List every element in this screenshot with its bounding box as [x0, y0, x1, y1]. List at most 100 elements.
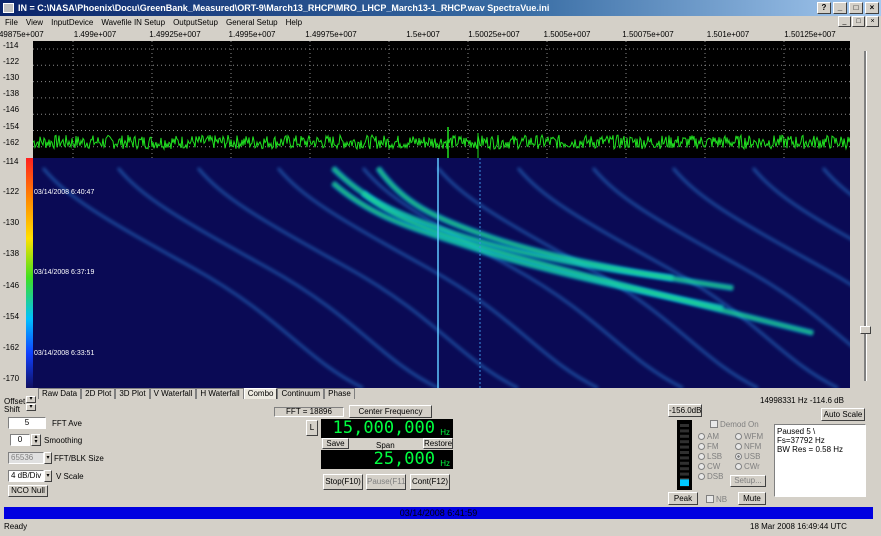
- maximize-button[interactable]: □: [849, 2, 863, 14]
- frequency-axis: 1.49875e+007 1.499e+007 1.49925e+007 1.4…: [0, 29, 860, 41]
- signal-meter: [677, 420, 692, 490]
- level-slider[interactable]: [851, 41, 881, 388]
- freq-tick: 1.49925e+007: [149, 30, 201, 39]
- spectrum-plot[interactable]: [33, 41, 850, 158]
- waterfall-timestamp: 03/14/2008 6:40:47: [34, 189, 95, 196]
- radio-dot-selected: [735, 453, 742, 460]
- setup-button[interactable]: Setup...: [730, 475, 766, 487]
- freq-tick: 1.5005e+007: [543, 30, 591, 39]
- mode-cw-radio[interactable]: CW: [698, 462, 720, 471]
- menu-file[interactable]: File: [5, 16, 18, 29]
- mode-cw-label: CW: [707, 462, 721, 471]
- smoothing-label: Smoothing: [44, 436, 83, 445]
- tab-v-waterfall[interactable]: V Waterfall: [149, 388, 197, 399]
- tab-3d-plot[interactable]: 3D Plot: [115, 388, 150, 399]
- app-icon: [3, 3, 14, 13]
- fft-blk-dropdown-icon[interactable]: ▾: [44, 452, 52, 464]
- shift-spin[interactable]: ▾: [26, 404, 36, 411]
- menu-outputsetup[interactable]: OutputSetup: [173, 16, 218, 29]
- peak-button[interactable]: Peak: [668, 492, 698, 505]
- menu-wavefile-setup[interactable]: Wavefile IN Setup: [101, 16, 165, 29]
- mdi-close-button[interactable]: ×: [866, 16, 879, 27]
- slider-knob[interactable]: [860, 326, 871, 334]
- meter-segment: [680, 434, 689, 438]
- demod-on-checkbox[interactable]: Demod On: [710, 420, 759, 429]
- fft-blk-label: FFT/BLK Size: [54, 454, 104, 463]
- mdi-restore-button[interactable]: □: [852, 16, 865, 27]
- vscale-label: V Scale: [56, 472, 84, 481]
- status-right: 18 Mar 2008 16:49:44 UTC: [750, 522, 847, 531]
- mute-button[interactable]: Mute: [738, 492, 766, 505]
- vscale-dropdown-icon[interactable]: ▾: [44, 470, 52, 482]
- minimize-button[interactable]: _: [833, 2, 847, 14]
- nco-null-button[interactable]: NCO Null: [8, 485, 48, 497]
- continue-button[interactable]: Cont(F12): [410, 474, 450, 490]
- stop-button[interactable]: Stop(F10): [323, 474, 363, 490]
- smoothing-spin[interactable]: ▴ ▾: [31, 434, 41, 446]
- center-frequency-display[interactable]: 15,000,000 Hz: [321, 419, 453, 438]
- menu-view[interactable]: View: [26, 16, 43, 29]
- shift-label: Shift: [4, 405, 21, 414]
- waterfall-y-tick: -146: [3, 281, 20, 290]
- freq-tick: 1.50125e+007: [784, 30, 836, 39]
- auto-scale-button[interactable]: Auto Scale: [821, 408, 865, 421]
- spectrum-y-tick: -162: [3, 138, 20, 147]
- tab-continuum[interactable]: Continuum: [277, 388, 325, 399]
- freq-tick: 1.501e+007: [706, 30, 750, 39]
- waterfall-y-tick: -162: [3, 343, 20, 352]
- freq-tick: 1.4995e+007: [228, 30, 276, 39]
- span-unit: Hz: [440, 459, 450, 468]
- restore-button[interactable]: Restore: [423, 438, 453, 449]
- window-title: IN = C:\NASA\Phoenix\Docu\GreenBank_Meas…: [18, 3, 550, 13]
- menu-help[interactable]: Help: [286, 16, 302, 29]
- mode-lsb-radio[interactable]: LSB: [698, 452, 722, 461]
- waterfall-y-tick: -114: [3, 157, 19, 166]
- level-dB-button[interactable]: -156.0dB: [668, 404, 702, 417]
- help-button[interactable]: ?: [817, 2, 831, 14]
- tab-phase[interactable]: Phase: [324, 388, 355, 399]
- spectrum-y-tick: -154: [3, 122, 20, 131]
- span-display[interactable]: 25,000 Hz: [321, 450, 453, 469]
- meter-segment: [680, 472, 689, 476]
- smoothing-input[interactable]: 0: [10, 434, 30, 446]
- offset-spin[interactable]: ▾: [26, 396, 36, 403]
- center-frequency-button[interactable]: Center Frequency: [349, 405, 432, 418]
- save-button[interactable]: Save: [322, 438, 349, 449]
- playback-progress-bar[interactable]: 03/14/2008 6:41:59: [4, 507, 873, 519]
- nb-checkbox[interactable]: NB: [706, 495, 727, 504]
- mode-dsb-radio[interactable]: DSB: [698, 472, 723, 481]
- radio-dot: [698, 453, 705, 460]
- tab-raw-data[interactable]: Raw Data: [38, 388, 82, 399]
- mode-usb-radio[interactable]: USB: [735, 452, 760, 461]
- radio-dot: [698, 433, 705, 440]
- mode-fm-radio[interactable]: FM: [698, 442, 719, 451]
- meter-segment: [680, 440, 689, 444]
- meter-segment: [680, 461, 689, 465]
- menu-inputdevice[interactable]: InputDevice: [51, 16, 93, 29]
- mode-nfm-radio[interactable]: NFM: [735, 442, 761, 451]
- mdi-minimize-button[interactable]: _: [838, 16, 851, 27]
- tab-combo[interactable]: Combo: [243, 388, 278, 399]
- span-value: 25,000: [373, 449, 435, 469]
- fft-blk-select[interactable]: 65536: [8, 452, 44, 464]
- freq-tick: 1.499e+007: [73, 30, 117, 39]
- close-button[interactable]: ×: [865, 2, 879, 14]
- fft-ave-input[interactable]: 5: [8, 417, 46, 429]
- vscale-select[interactable]: 4 dB/Div: [8, 470, 44, 482]
- mode-wfm-radio[interactable]: WFM: [735, 432, 763, 441]
- radio-dot: [698, 473, 705, 480]
- tab-h-waterfall[interactable]: H Waterfall: [196, 388, 244, 399]
- meter-segment: [680, 445, 689, 449]
- waterfall-timestamp: 03/14/2008 6:33:51: [34, 350, 95, 357]
- mode-cwr-radio[interactable]: CWr: [735, 462, 760, 471]
- waterfall-plot[interactable]: [33, 158, 850, 388]
- freq-tick: 1.5e+007: [406, 30, 440, 39]
- waterfall-y-tick: -122: [3, 187, 20, 196]
- menu-general-setup[interactable]: General Setup: [226, 16, 278, 29]
- mode-am-radio[interactable]: AM: [698, 432, 719, 441]
- tab-2d-plot[interactable]: 2D Plot: [81, 388, 116, 399]
- pause-button[interactable]: Pause(F11): [366, 474, 406, 490]
- spectrum-y-tick: -114: [3, 41, 19, 50]
- lock-button[interactable]: L: [306, 420, 318, 436]
- view-tabs: Raw Data 2D Plot 3D Plot V Waterfall H W…: [38, 388, 355, 399]
